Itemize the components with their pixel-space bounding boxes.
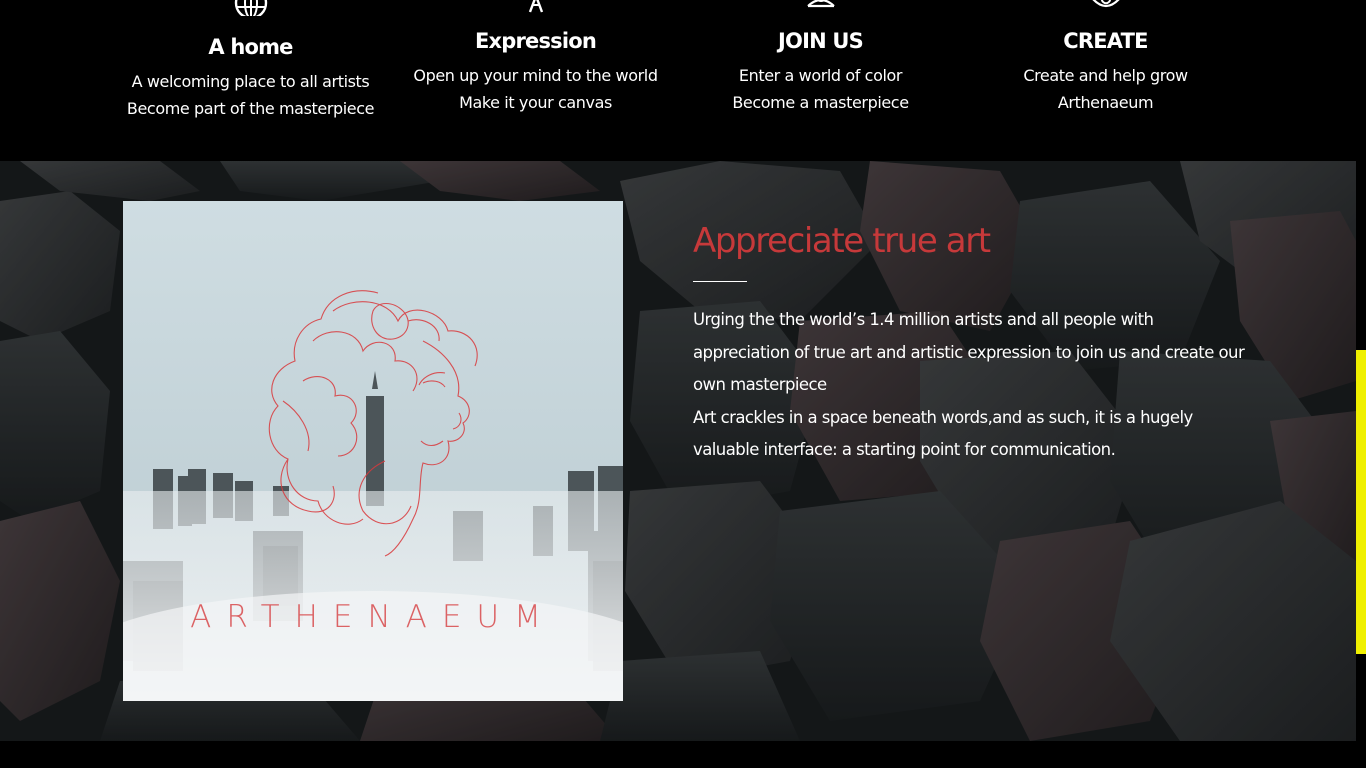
- about-content: Appreciate true art Urging the the world…: [693, 219, 1253, 467]
- feature-title: A home: [208, 35, 293, 59]
- heading-divider: [693, 281, 747, 282]
- about-paragraph: Art crackles in a space beneath words,an…: [693, 407, 1193, 460]
- about-section: ARTHENAEUM Appreciate true art Urging th…: [0, 161, 1356, 741]
- feature-line: Open up your mind to the world: [413, 66, 658, 85]
- compass-icon: [519, 0, 553, 18]
- user-icon: [804, 0, 838, 18]
- arthenaeum-artwork: ARTHENAEUM: [123, 201, 623, 701]
- feature-title: CREATE: [1063, 29, 1148, 53]
- globe-icon: [234, 0, 268, 16]
- eye-icon: [1089, 0, 1123, 18]
- feature-line: Become a masterpiece: [732, 93, 909, 112]
- feature-line: Create and help grow: [1023, 66, 1188, 85]
- features-section: A home A welcoming place to all artists …: [0, 0, 1366, 161]
- feature-line: Make it your canvas: [459, 93, 612, 112]
- bottom-bar: [0, 741, 1366, 768]
- artwork-wordmark: ARTHENAEUM: [190, 599, 556, 635]
- feature-title: JOIN US: [778, 29, 864, 53]
- about-paragraph: Urging the the world’s 1.4 million artis…: [693, 310, 1245, 394]
- about-heading: Appreciate true art: [693, 221, 991, 261]
- feature-line: A welcoming place to all artists: [131, 72, 370, 91]
- feature-line: Arthenaeum: [1057, 93, 1154, 112]
- feature-title: Expression: [474, 29, 597, 53]
- feature-line: Become part of the masterpiece: [126, 99, 375, 118]
- feature-line: Enter a world of color: [738, 66, 903, 85]
- scroll-position-marker: [1356, 350, 1366, 654]
